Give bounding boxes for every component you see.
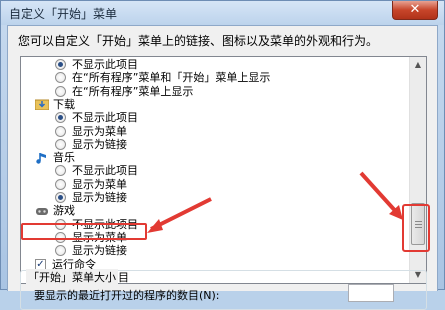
music-note-icon <box>35 152 49 164</box>
customize-start-menu-dialog: 自定义「开始」菜单 ✕ 您可以自定义「开始」菜单上的链接、图标以及菜单的外观和行… <box>0 0 445 310</box>
dialog-body: 您可以自定义「开始」菜单上的链接、图标以及菜单的外观和行为。 不显示此项目 在“所… <box>7 25 438 310</box>
option-label: 在“所有程序”菜单和「开始」菜单上显示 <box>72 71 271 85</box>
run-command-highlight <box>21 223 147 240</box>
category-header: 游戏 <box>35 204 75 217</box>
radio-option[interactable]: 在“所有程序”菜单上显示 <box>55 85 193 98</box>
radio-unselected[interactable] <box>55 178 66 190</box>
dialog-description: 您可以自定义「开始」菜单上的链接、图标以及菜单的外观和行为。 <box>18 34 379 48</box>
option-label: 显示为菜单 <box>72 124 127 138</box>
radio-option[interactable]: 显示为菜单 <box>55 125 127 138</box>
recent-programs-label: 要显示的最近打开过的程序的数目(N): <box>34 289 220 302</box>
option-label: 显示为菜单 <box>72 177 127 191</box>
scroll-up-arrow-icon[interactable]: ▲ <box>410 57 426 73</box>
title-bar: 自定义「开始」菜单 ✕ <box>1 1 444 25</box>
option-label: 不显示此项目 <box>72 111 138 125</box>
start-menu-options-list[interactable]: 不显示此项目 在“所有程序”菜单和「开始」菜单上显示 在“所有程序”菜单上显示 下载不… <box>20 56 427 284</box>
option-label: 显示为链接 <box>72 191 127 204</box>
window-title: 自定义「开始」菜单 <box>9 7 118 21</box>
radio-unselected[interactable] <box>55 138 66 150</box>
option-label: 显示为链接 <box>72 244 127 258</box>
start-menu-size-title: 「开始」菜单大小 <box>26 269 118 285</box>
option-label: 不显示此项目 <box>72 164 138 178</box>
download-folder-icon <box>34 98 50 111</box>
close-button[interactable]: ✕ <box>392 1 438 20</box>
option-label: 不显示此项目 <box>72 58 138 71</box>
radio-unselected[interactable] <box>55 245 66 257</box>
radio-option[interactable]: 在“所有程序”菜单和「开始」菜单上显示 <box>55 71 270 84</box>
radio-unselected[interactable] <box>55 85 66 97</box>
option-label: 下载 <box>53 97 75 111</box>
radio-unselected[interactable] <box>55 165 66 177</box>
recent-programs-spinner[interactable] <box>348 284 394 302</box>
radio-selected[interactable] <box>55 112 66 124</box>
option-label: 音乐 <box>53 151 75 165</box>
radio-selected[interactable] <box>55 192 66 203</box>
option-label: 显示为链接 <box>72 137 127 151</box>
radio-option[interactable]: 显示为链接 <box>55 138 127 151</box>
checkbox-checked[interactable]: ✓ <box>35 258 46 270</box>
radio-unselected[interactable] <box>55 72 66 84</box>
games-icon <box>35 205 49 217</box>
category-header: 下载 <box>34 97 75 111</box>
scrollbar-highlight <box>402 204 430 252</box>
radio-option[interactable]: 显示为链接 <box>55 191 127 204</box>
radio-option[interactable]: 显示为菜单 <box>55 178 127 191</box>
radio-selected[interactable] <box>55 59 66 70</box>
radio-option[interactable]: 不显示此项目 <box>55 111 138 124</box>
radio-unselected[interactable] <box>55 125 66 137</box>
category-header: 音乐 <box>35 151 75 164</box>
option-label: 游戏 <box>53 204 75 218</box>
radio-option[interactable]: 不显示此项目 <box>55 58 138 71</box>
radio-option[interactable]: 显示为链接 <box>55 244 127 257</box>
radio-option[interactable]: 不显示此项目 <box>55 164 138 177</box>
option-label: 在“所有程序”菜单上显示 <box>72 84 194 98</box>
